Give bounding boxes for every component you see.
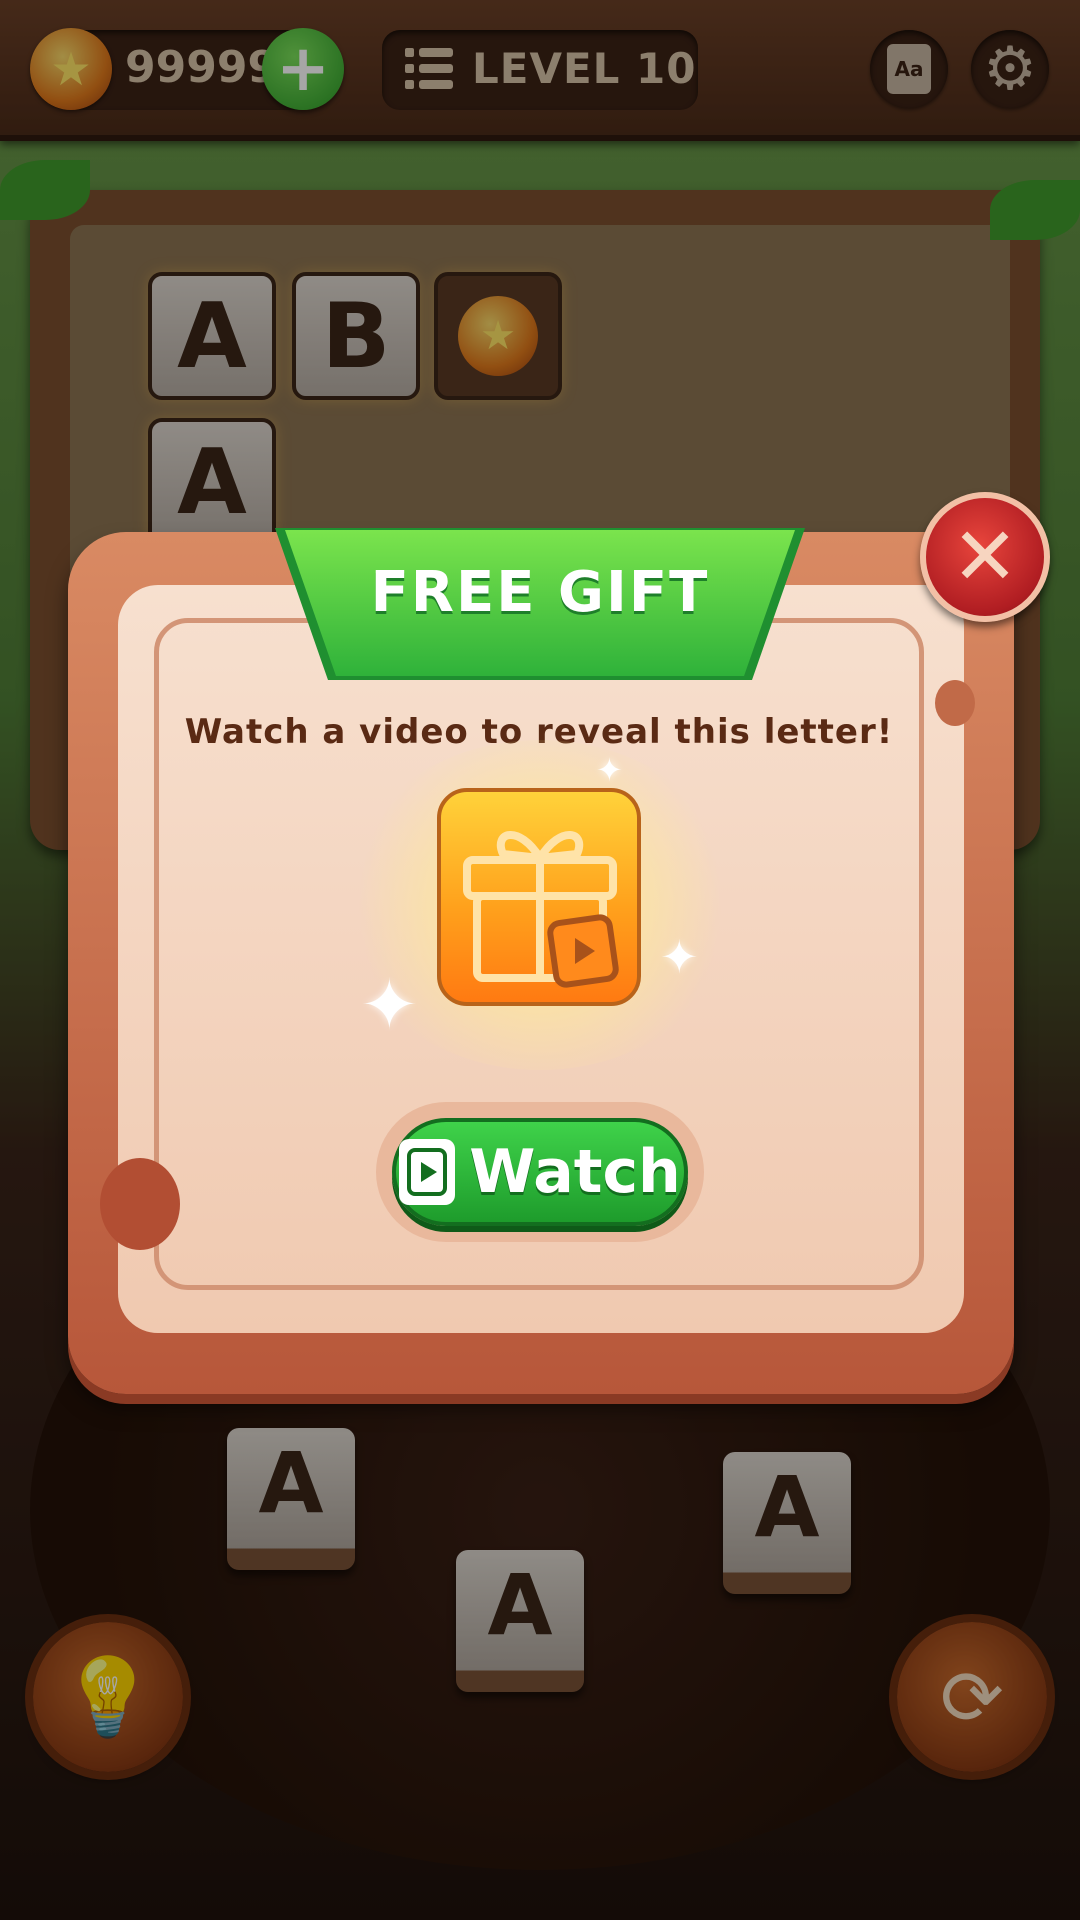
dialog-notch (935, 680, 975, 726)
sparkle-icon: ✦ (360, 964, 419, 1046)
close-button[interactable]: ✕ (920, 492, 1050, 622)
gift-box-graphic (463, 831, 619, 988)
watch-button[interactable]: Watch (392, 1118, 688, 1226)
close-icon: ✕ (951, 510, 1019, 603)
dialog-title: FREE GIFT (370, 560, 710, 625)
dialog-notch (100, 1158, 180, 1250)
watch-button-label: Watch (469, 1137, 681, 1207)
sparkle-icon: ✦ (596, 751, 623, 789)
video-icon (399, 1139, 456, 1205)
gift-video-icon (437, 788, 641, 1006)
sparkle-icon: ✦ (660, 930, 699, 984)
